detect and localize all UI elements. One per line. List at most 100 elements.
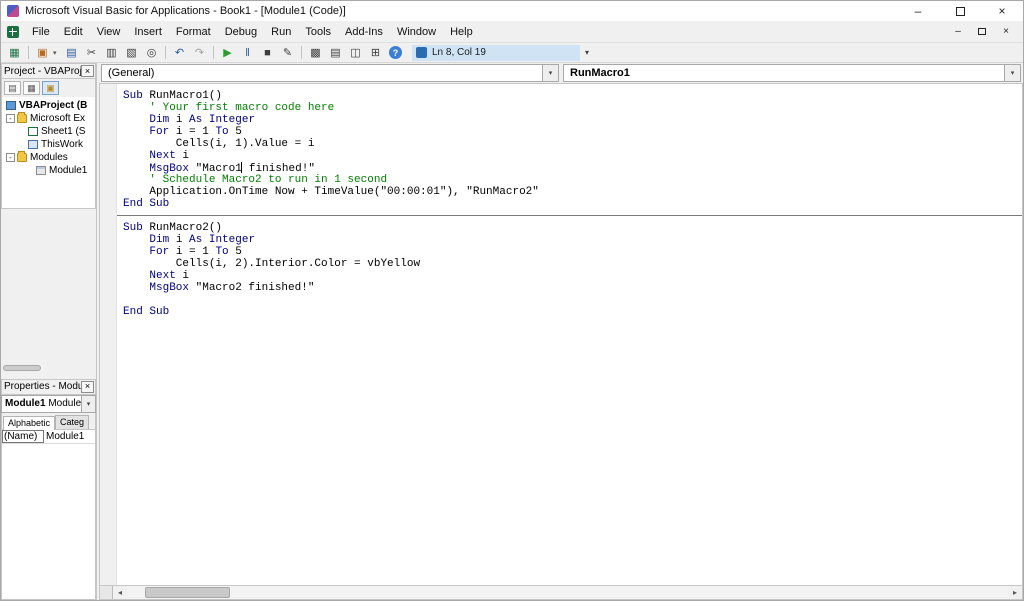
code-line[interactable]: Next i xyxy=(123,150,1022,162)
menu-edit[interactable]: Edit xyxy=(57,23,90,41)
copy-icon[interactable]: ▥ xyxy=(102,44,121,61)
properties-window-icon[interactable]: ▤ xyxy=(326,44,345,61)
module-icon xyxy=(36,166,46,175)
code-line[interactable]: Sub RunMacro1() xyxy=(123,90,1022,102)
tab-categorized[interactable]: Categ xyxy=(55,414,90,429)
menu-format[interactable]: Format xyxy=(169,23,218,41)
tree-item-microsoft-excel-objects[interactable]: - Microsoft Ex xyxy=(2,112,95,125)
cut-icon[interactable]: ✂ xyxy=(82,44,101,61)
panel-splitter-handle[interactable] xyxy=(3,364,41,371)
procedure-separator[interactable] xyxy=(117,210,1022,222)
code-line[interactable]: MsgBox "Macro1 finished!" xyxy=(123,162,1022,175)
view-object-button[interactable]: ▦ xyxy=(23,81,40,95)
code-line[interactable]: End Sub xyxy=(123,306,1022,318)
code-line[interactable]: Dim i As Integer xyxy=(123,114,1022,126)
maximize-button[interactable] xyxy=(939,1,981,21)
toolbox-icon[interactable]: ⊞ xyxy=(366,44,385,61)
object-dropdown[interactable]: (General) ▾ xyxy=(101,64,559,82)
help-button[interactable]: ? xyxy=(386,44,405,61)
properties-object-type: Module xyxy=(48,398,81,409)
paste-icon[interactable]: ▧ xyxy=(122,44,141,61)
object-browser-icon[interactable]: ◫ xyxy=(346,44,365,61)
scrollbar-thumb[interactable] xyxy=(145,587,230,598)
redo-icon[interactable]: ↷ xyxy=(190,44,209,61)
collapse-icon[interactable]: - xyxy=(6,153,15,162)
title-bar[interactable]: Microsoft Visual Basic for Applications … xyxy=(1,1,1023,21)
code-line[interactable]: Sub RunMacro2() xyxy=(123,222,1022,234)
chevron-down-icon[interactable]: ▾ xyxy=(81,395,95,412)
code-line[interactable]: For i = 1 To 5 xyxy=(123,126,1022,138)
code-token: Cells(i, 1).Value = i xyxy=(123,138,315,150)
tree-item-thisworkbook[interactable]: ThisWork xyxy=(2,138,95,151)
save-icon[interactable]: ▤ xyxy=(62,44,81,61)
chevron-down-icon[interactable]: ▾ xyxy=(1004,65,1020,81)
find-icon[interactable]: ◎ xyxy=(142,44,161,61)
tree-item-vbaproject[interactable]: VBAProject (B xyxy=(2,99,95,112)
menu-insert[interactable]: Insert xyxy=(127,23,169,41)
view-code-button[interactable]: ▤ xyxy=(4,81,21,95)
code-line[interactable]: Next i xyxy=(123,270,1022,282)
close-button[interactable]: × xyxy=(981,1,1023,21)
run-sub-icon[interactable]: ▶ xyxy=(218,44,237,61)
scroll-right-icon[interactable]: ▸ xyxy=(1008,586,1022,599)
child-restore-button[interactable] xyxy=(975,25,989,39)
margin-indicator-bar[interactable] xyxy=(100,84,117,585)
code-lines[interactable]: Sub RunMacro1() ' Your first macro code … xyxy=(117,84,1022,585)
menu-run[interactable]: Run xyxy=(264,23,298,41)
tree-item-label: Sheet1 (S xyxy=(41,126,86,137)
undo-icon[interactable]: ↶ xyxy=(170,44,189,61)
code-line[interactable]: For i = 1 To 5 xyxy=(123,246,1022,258)
property-value-cell[interactable]: Module1 xyxy=(44,430,95,443)
menu-help[interactable]: Help xyxy=(443,23,480,41)
tree-item-label: Modules xyxy=(30,152,68,163)
property-name-cell[interactable]: (Name) xyxy=(2,429,44,443)
code-token: Application.OnTime Now + TimeValue("00:0… xyxy=(123,186,539,198)
code-line[interactable]: Application.OnTime Now + TimeValue("00:0… xyxy=(123,186,1022,198)
standard-toolbar: ▦ ▣ ▾ ▤ ✂ ▥ ▧ ◎ ↶ ↷ ▶ ‖ ■ ✎ ▩ ▤ ◫ ⊞ ? Ln… xyxy=(1,43,1023,63)
menu-file[interactable]: File xyxy=(25,23,57,41)
tree-item-modules-folder[interactable]: - Modules xyxy=(2,151,95,164)
code-line[interactable]: End Sub xyxy=(123,198,1022,210)
toolbar-options-arrow-icon[interactable]: ▾ xyxy=(581,48,593,57)
properties-close-button[interactable]: × xyxy=(81,380,94,393)
project-explorer-header[interactable]: Project - VBAProje × xyxy=(1,63,96,79)
break-icon[interactable]: ‖ xyxy=(238,44,257,61)
menu-tools[interactable]: Tools xyxy=(298,23,338,41)
code-line[interactable]: ' Your first macro code here xyxy=(123,102,1022,114)
line-column-status: Ln 8, Col 19 xyxy=(432,47,486,58)
properties-object-dropdown[interactable]: Module1 Module ▾ xyxy=(1,394,96,413)
code-line[interactable]: ' Schedule Macro2 to run in 1 second xyxy=(123,174,1022,186)
child-close-button[interactable]: × xyxy=(999,25,1013,39)
child-minimize-button[interactable]: – xyxy=(951,25,965,39)
toggle-folders-button[interactable]: ▣ xyxy=(42,81,59,95)
code-line-blank[interactable] xyxy=(123,294,1022,306)
insert-dropdown-arrow-icon[interactable]: ▾ xyxy=(53,49,61,57)
view-microsoft-excel-icon[interactable]: ▦ xyxy=(5,44,24,61)
tree-item-module1[interactable]: Module1 xyxy=(2,164,95,177)
cursor-position-status: Ln 8, Col 19 xyxy=(412,44,580,61)
properties-window-header[interactable]: Properties - Modu × xyxy=(1,378,96,395)
minimize-button[interactable]: – xyxy=(897,1,939,21)
chevron-down-icon[interactable]: ▾ xyxy=(542,65,558,81)
child-close-icon: × xyxy=(1003,26,1009,37)
design-mode-icon[interactable]: ✎ xyxy=(278,44,297,61)
code-line[interactable]: MsgBox "Macro2 finished!" xyxy=(123,282,1022,294)
scrollbar-track[interactable] xyxy=(127,586,1008,599)
insert-userform-icon[interactable]: ▣ xyxy=(33,44,52,61)
project-explorer-close-button[interactable]: × xyxy=(81,65,94,77)
reset-icon[interactable]: ■ xyxy=(258,44,277,61)
menu-debug[interactable]: Debug xyxy=(218,23,264,41)
tree-item-sheet1[interactable]: Sheet1 (S xyxy=(2,125,95,138)
code-line[interactable]: Dim i As Integer xyxy=(123,234,1022,246)
menu-window[interactable]: Window xyxy=(390,23,443,41)
code-line[interactable]: Cells(i, 1).Value = i xyxy=(123,138,1022,150)
menu-view[interactable]: View xyxy=(90,23,128,41)
procedure-dropdown[interactable]: RunMacro1 ▾ xyxy=(563,64,1021,82)
code-line[interactable]: Cells(i, 2).Interior.Color = vbYellow xyxy=(123,258,1022,270)
menu-addins[interactable]: Add-Ins xyxy=(338,23,390,41)
collapse-icon[interactable]: - xyxy=(6,114,15,123)
scrollbar-split-box[interactable] xyxy=(100,586,113,599)
scroll-left-icon[interactable]: ◂ xyxy=(113,586,127,599)
tab-alphabetic[interactable]: Alphabetic xyxy=(3,415,56,430)
project-explorer-icon[interactable]: ▩ xyxy=(306,44,325,61)
